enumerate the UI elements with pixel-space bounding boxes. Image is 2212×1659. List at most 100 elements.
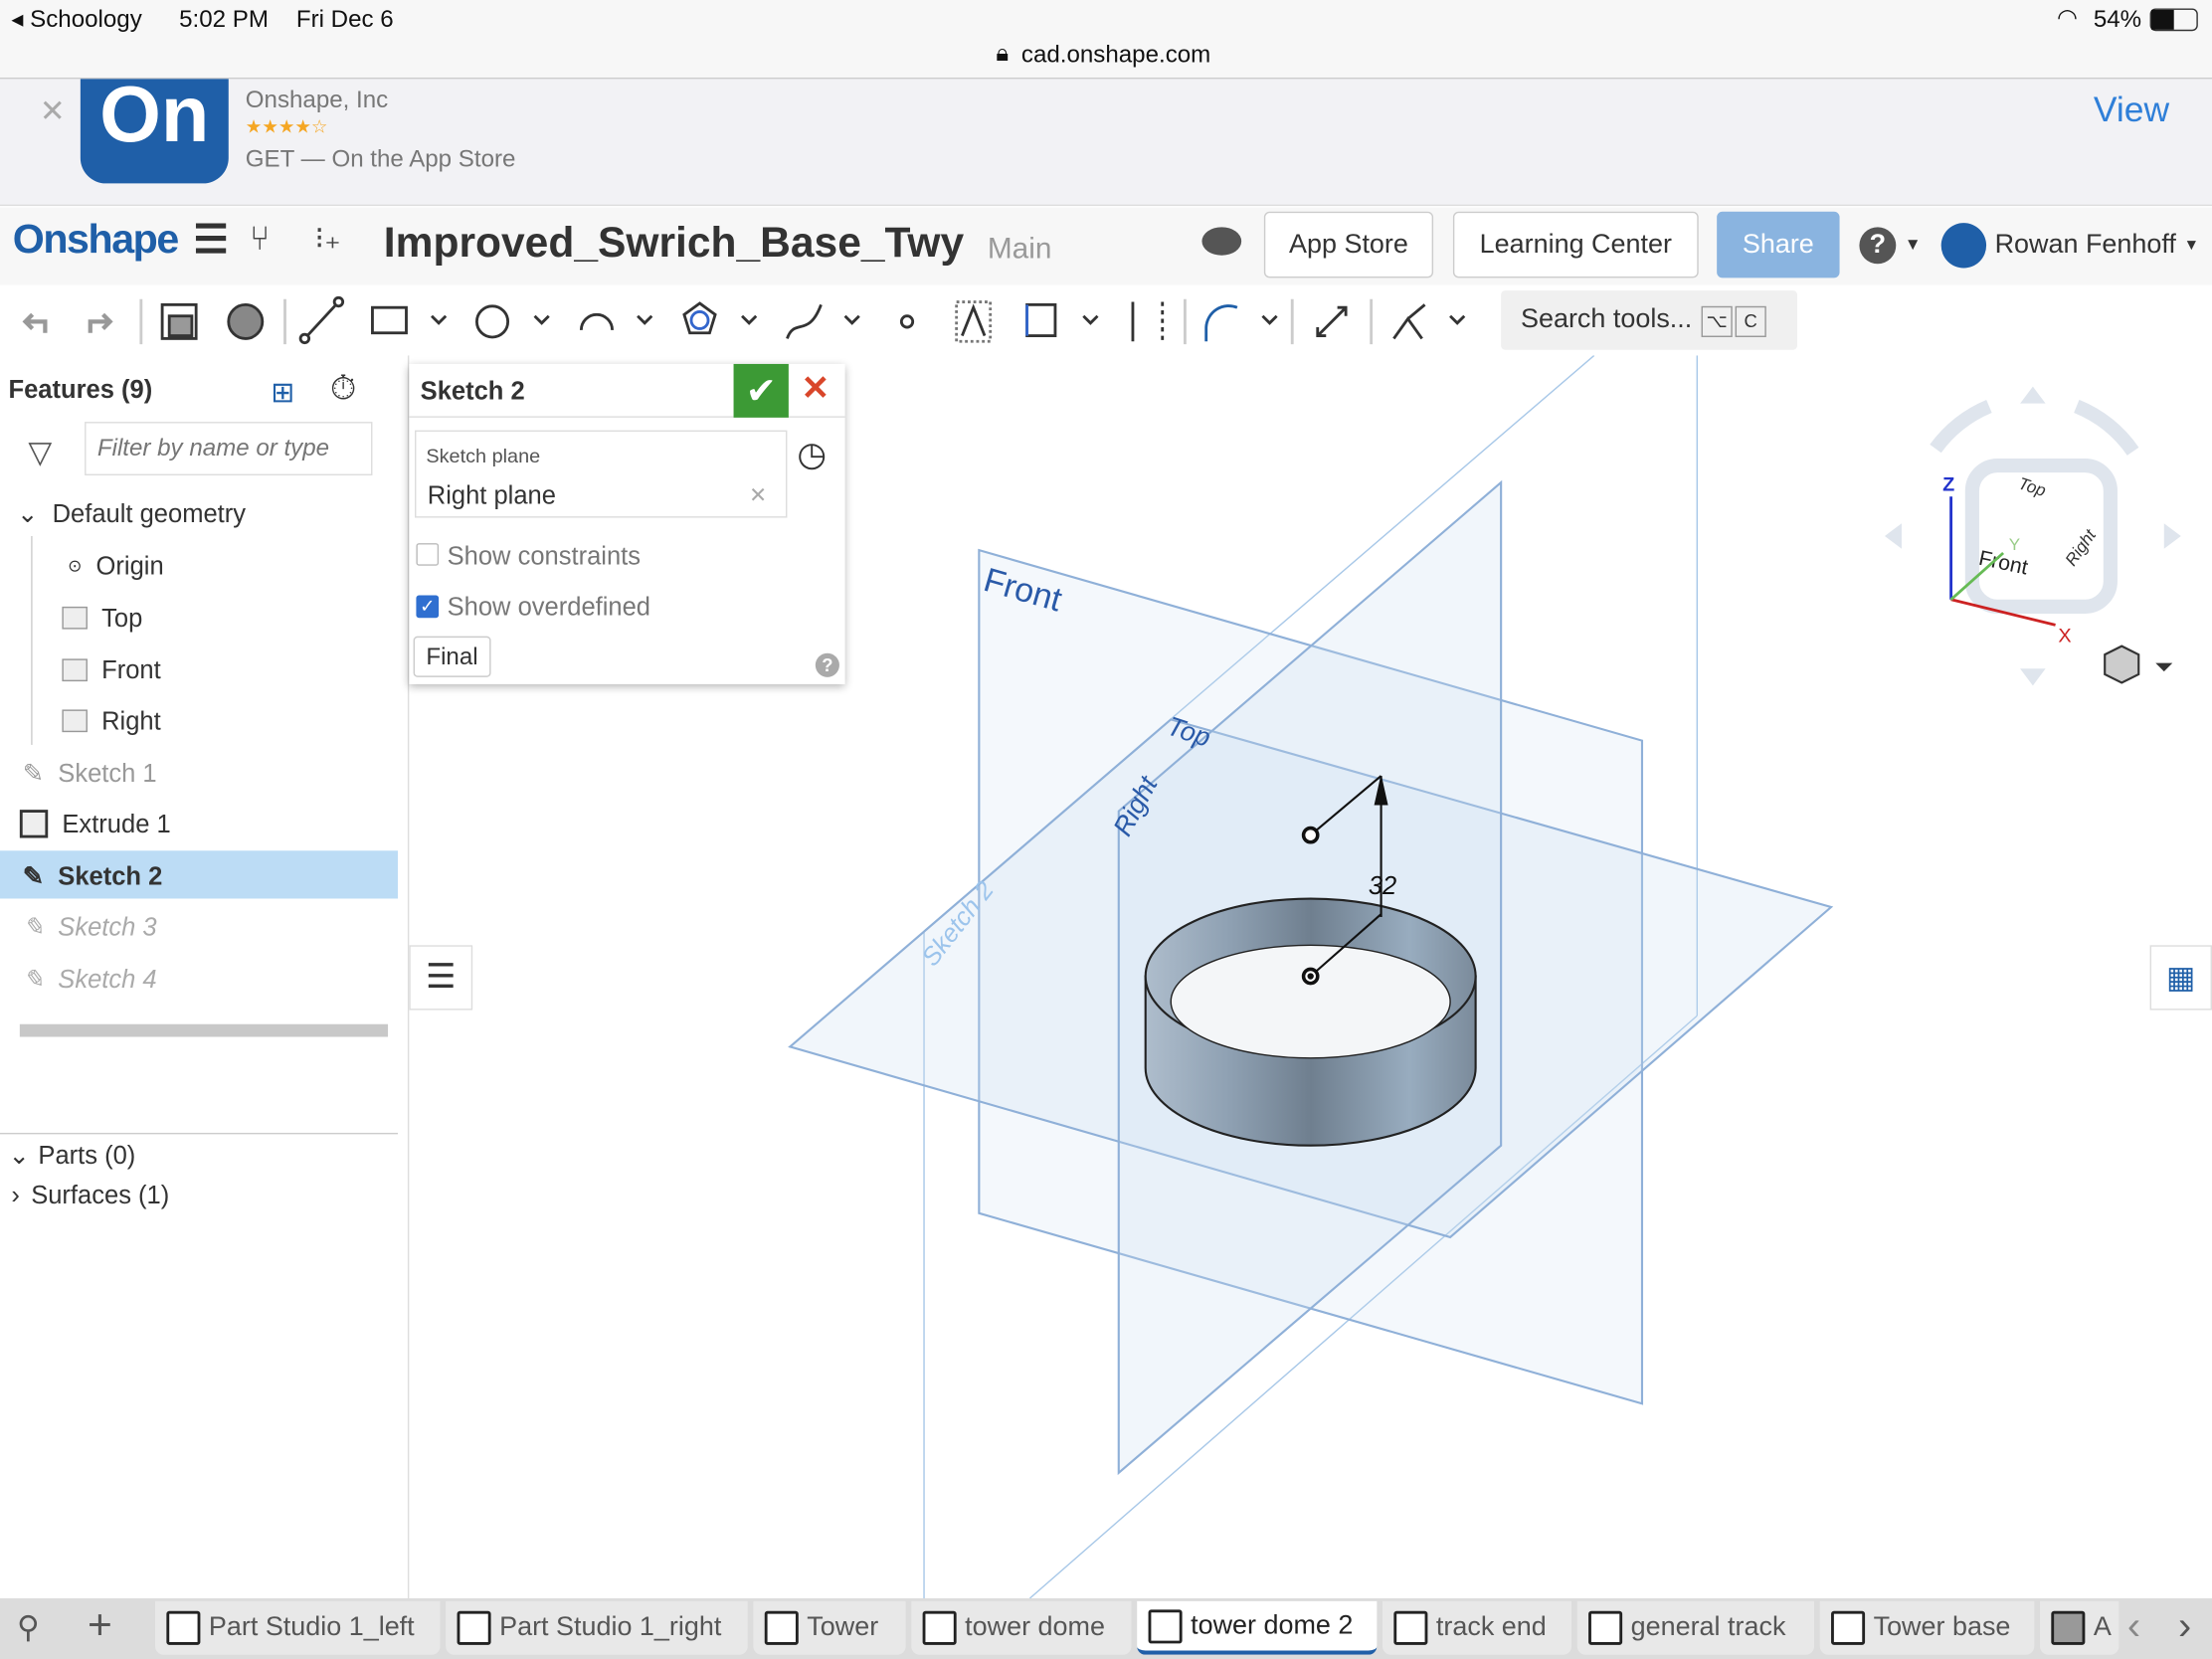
branch-name[interactable]: Main <box>988 233 1052 267</box>
extrude-icon[interactable] <box>160 302 198 340</box>
app-store-button[interactable]: App Store <box>1263 211 1434 278</box>
spline-icon[interactable] <box>786 303 823 339</box>
chevron-down-icon[interactable]: ▼ <box>1905 234 1922 254</box>
polygon-icon[interactable] <box>682 301 717 335</box>
view-button[interactable]: View <box>2094 91 2169 131</box>
user-name[interactable]: Rowan Fenhoff <box>1995 230 2176 261</box>
show-constraints-checkbox[interactable] <box>416 543 440 566</box>
chevron-down-icon[interactable] <box>637 314 653 325</box>
view-cube[interactable]: Top Front Right Z X Y <box>1884 386 2181 686</box>
tab-tower-dome-2[interactable]: tower dome 2 <box>1137 1600 1378 1655</box>
extruded-cylinder[interactable] <box>1144 897 1477 1147</box>
help-icon[interactable]: ? <box>815 652 839 677</box>
tree-item-top[interactable]: Top <box>62 597 142 640</box>
show-overdefined-checkbox[interactable]: ✓ <box>416 595 440 619</box>
tree-item-front[interactable]: Front <box>62 648 161 691</box>
redo-icon[interactable] <box>88 312 113 333</box>
feature-tree-icon[interactable]: ⑂ <box>250 220 270 260</box>
url[interactable]: cad.onshape.com <box>1021 41 1210 69</box>
render-options-icon[interactable]: ▦ <box>2149 945 2212 1011</box>
tree-guide <box>31 535 33 745</box>
arc-icon[interactable] <box>579 312 614 331</box>
tree-item-sketch-1[interactable]: ✎ Sketch 1 <box>23 752 157 795</box>
chevron-down-icon[interactable] <box>843 314 860 325</box>
line-icon[interactable] <box>298 295 345 345</box>
app-subtitle: GET — On the App Store <box>245 145 516 173</box>
tree-item-sketch-4[interactable]: ✎ Sketch 4 <box>23 958 157 1001</box>
fillet-icon[interactable] <box>1204 304 1238 342</box>
tab-part-studio-1-right[interactable]: Part Studio 1_right <box>446 1600 748 1655</box>
chevron-down-icon[interactable]: ▼ <box>2184 237 2199 254</box>
add-tab-icon[interactable]: + <box>88 1602 112 1650</box>
document-title[interactable]: Improved_Swrich_Base_Twy <box>384 220 964 268</box>
undo-icon[interactable] <box>22 312 48 333</box>
circle-icon[interactable] <box>474 304 510 339</box>
sketch-plane-field[interactable]: Sketch plane Right plane ✕ <box>415 430 788 518</box>
text-icon[interactable] <box>955 300 993 343</box>
rollback-timer-icon[interactable]: ⏱︎ <box>330 370 357 410</box>
chevron-left-icon[interactable]: ‹ <box>2127 1604 2140 1649</box>
view-normal-icon[interactable]: ◷ <box>797 435 827 475</box>
tree-item-extrude-1[interactable]: Extrude 1 <box>19 803 171 845</box>
menu-icon[interactable]: ☰ <box>193 216 229 263</box>
share-button[interactable]: Share <box>1717 211 1840 278</box>
tree-item-label: Sketch 3 <box>58 911 157 941</box>
mirror-icon[interactable] <box>1131 301 1165 342</box>
tree-item-right[interactable]: Right <box>62 700 161 743</box>
rollback-bar[interactable] <box>19 1023 389 1037</box>
tree-item-origin[interactable]: ⊙ Origin <box>68 544 164 587</box>
accept-button[interactable]: ✔ <box>733 363 789 418</box>
clear-icon[interactable]: ✕ <box>749 482 767 508</box>
search-tools-button[interactable]: Search tools... ⌥ C <box>1501 290 1798 350</box>
tab-general-track[interactable]: general track <box>1576 1600 1815 1655</box>
chevron-down-icon[interactable] <box>1261 314 1278 325</box>
lock-icon: 🔒︎ <box>996 39 1010 67</box>
tab-tower[interactable]: Tower <box>753 1600 906 1655</box>
help-icon[interactable]: ? <box>1859 227 1897 265</box>
battery-percent: 54% <box>2093 5 2142 33</box>
tree-item-label: Front <box>101 654 161 684</box>
chevron-down-icon[interactable] <box>1449 314 1466 325</box>
chevron-down-icon[interactable]: ⌄ <box>17 498 38 528</box>
chevron-down-icon[interactable] <box>1082 314 1099 325</box>
tree-item-sketch-2[interactable]: ✎ Sketch 2 <box>23 855 163 898</box>
tab-search-icon[interactable]: ⚲ <box>17 1609 40 1646</box>
tree-item-default-geometry[interactable]: ⌄ Default geometry <box>17 492 246 535</box>
close-icon[interactable]: ✕ <box>40 93 66 130</box>
tab-track-end[interactable]: track end <box>1382 1600 1572 1655</box>
dimension-value[interactable]: 32 <box>1369 872 1396 900</box>
filter-input[interactable] <box>85 422 373 475</box>
comment-icon[interactable] <box>1201 227 1242 256</box>
back-app[interactable]: ◂ Schoology <box>11 6 141 34</box>
point-icon[interactable] <box>899 314 915 329</box>
tree-item-label: Origin <box>95 550 164 580</box>
add-folder-icon[interactable]: ⊞ <box>271 375 294 410</box>
tab-label: Tower base <box>1873 1612 2011 1642</box>
learning-center-button[interactable]: Learning Center <box>1452 211 1699 278</box>
parts-section[interactable]: ⌄ Parts (0) <box>9 1134 136 1177</box>
revolve-icon[interactable] <box>227 302 265 340</box>
final-button[interactable]: Final <box>413 636 491 677</box>
tab-tower-dome[interactable]: tower dome <box>911 1600 1132 1655</box>
chevron-down-icon[interactable] <box>741 314 758 325</box>
rectangle-icon[interactable] <box>371 305 408 335</box>
avatar[interactable] <box>1940 223 1987 269</box>
tree-item-label: Sketch 4 <box>58 964 157 993</box>
tab-part-studio-1-left[interactable]: Part Studio 1_left <box>155 1600 441 1655</box>
surfaces-section[interactable]: › Surfaces (1) <box>11 1174 169 1216</box>
cancel-button[interactable]: ✕ <box>802 368 830 409</box>
dimension-icon[interactable] <box>1316 305 1348 337</box>
chevron-down-icon[interactable] <box>431 314 448 325</box>
chevron-right-icon[interactable]: › <box>2178 1604 2191 1649</box>
feature-list-toggle-icon[interactable]: ☰ <box>409 945 473 1011</box>
tab-assembly[interactable]: A <box>2039 1600 2120 1655</box>
filter-icon[interactable]: ▽ <box>28 435 52 471</box>
constraint-icon[interactable] <box>1392 303 1426 340</box>
onshape-logo[interactable]: Onshape <box>13 217 180 264</box>
tab-label: Part Studio 1_left <box>208 1612 415 1642</box>
tab-tower-base[interactable]: Tower base <box>1819 1600 2035 1655</box>
use-icon[interactable] <box>1025 302 1057 337</box>
chevron-down-icon[interactable] <box>533 314 550 325</box>
insert-icon[interactable]: ⁝₊ <box>314 220 340 257</box>
tree-item-sketch-3[interactable]: ✎ Sketch 3 <box>23 906 157 949</box>
